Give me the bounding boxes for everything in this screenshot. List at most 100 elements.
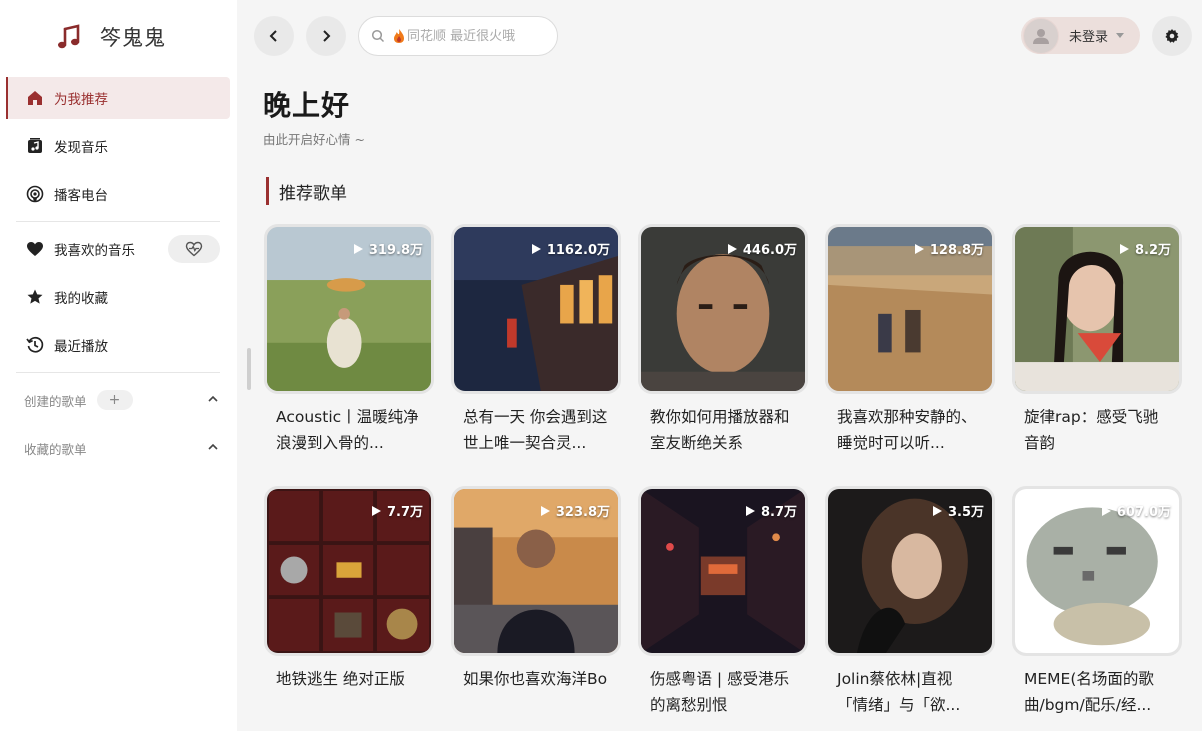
- play-count: 319.8万: [353, 239, 423, 258]
- star-icon: [26, 288, 44, 306]
- playlist-card[interactable]: 8.7万 伤感粤语 | 感受港乐的离愁别恨: [638, 486, 808, 718]
- app-name: 笒鬼鬼: [100, 26, 166, 50]
- podcast-icon: [26, 185, 44, 203]
- playlist-cover[interactable]: 8.2万: [1012, 224, 1182, 394]
- play-count: 607.0万: [1101, 501, 1171, 520]
- nav-item-label: 为我推荐: [54, 92, 108, 108]
- playlist-card[interactable]: 446.0万 教你如何用播放器和室友断绝关系: [638, 224, 808, 456]
- nav-item-recommend[interactable]: 为我推荐: [6, 77, 230, 119]
- chevron-up-icon[interactable]: [206, 440, 220, 454]
- playlist-card[interactable]: 128.8万 我喜欢那种安静的、睡觉时可以听...: [825, 224, 995, 456]
- playlist-cover[interactable]: 7.7万: [264, 486, 434, 656]
- play-count: 1162.0万: [531, 239, 610, 258]
- chevron-right-icon: [323, 30, 331, 42]
- play-icon: [727, 243, 737, 254]
- created-playlists-label: 创建的歌单: [24, 393, 87, 409]
- sidebar: 笒鬼鬼 为我推荐 发现音乐 播客电台 我喜欢的音乐 我的收藏 最近播放 创建的歌…: [0, 0, 237, 731]
- playlist-title[interactable]: 地铁逃生 绝对正版: [264, 666, 434, 718]
- play-count: 7.7万: [371, 501, 423, 520]
- playlist-title[interactable]: 教你如何用播放器和室友断绝关系: [638, 404, 808, 456]
- playlist-title[interactable]: Acoustic丨温暖纯净 浪漫到入骨的...: [264, 404, 434, 456]
- sidebar-divider: [16, 221, 220, 222]
- forward-button[interactable]: [306, 16, 346, 56]
- brand[interactable]: 笒鬼鬼: [56, 22, 166, 52]
- saved-playlists-label: 收藏的歌单: [24, 441, 87, 457]
- search-input[interactable]: [407, 28, 547, 44]
- user-menu[interactable]: 未登录: [1021, 17, 1140, 54]
- playlist-cover[interactable]: 3.5万: [825, 486, 995, 656]
- nav-item-favorites[interactable]: 我的收藏: [6, 276, 230, 318]
- play-count: 128.8万: [914, 239, 984, 258]
- playlist-card[interactable]: 3.5万 Jolin蔡依林|直视「情绪」与「欲...: [825, 486, 995, 718]
- playlist-cover[interactable]: 446.0万: [638, 224, 808, 394]
- play-icon: [540, 505, 550, 516]
- page-subtitle: 由此开启好心情 ~: [263, 132, 365, 147]
- play-icon: [1119, 243, 1129, 254]
- playlist-cover[interactable]: 323.8万: [451, 486, 621, 656]
- playlist-title[interactable]: Jolin蔡依林|直视「情绪」与「欲...: [825, 666, 995, 718]
- page-title: 晚上好: [263, 89, 351, 122]
- playlist-card[interactable]: 8.2万 旋律rap：感受飞驰音韵: [1012, 224, 1182, 456]
- section-title: 推荐歌单: [266, 177, 347, 205]
- playlist-title[interactable]: 伤感粤语 | 感受港乐的离愁别恨: [638, 666, 808, 718]
- play-icon: [914, 243, 924, 254]
- play-icon: [745, 505, 755, 516]
- playlist-card[interactable]: 607.0万 MEME(名场面的歌曲/bgm/配乐/经...: [1012, 486, 1182, 718]
- sidebar-resize-handle[interactable]: [247, 348, 251, 390]
- settings-button[interactable]: [1152, 16, 1192, 56]
- playlist-title[interactable]: 总有一天 你会遇到这世上唯一契合灵...: [451, 404, 621, 456]
- playlist-cover[interactable]: 8.7万: [638, 486, 808, 656]
- nav-item-liked-music[interactable]: 我喜欢的音乐: [6, 228, 166, 270]
- play-count: 8.2万: [1119, 239, 1171, 258]
- caret-down-icon: [1116, 33, 1125, 38]
- play-icon: [1101, 505, 1111, 516]
- music-library-icon: [26, 137, 44, 155]
- nav-item-podcast[interactable]: 播客电台: [6, 173, 230, 215]
- playlist-title[interactable]: MEME(名场面的歌曲/bgm/配乐/经...: [1012, 666, 1182, 718]
- playlist-title[interactable]: 我喜欢那种安静的、睡觉时可以听...: [825, 404, 995, 456]
- playlist-title[interactable]: 如果你也喜欢海洋Bo: [451, 666, 621, 718]
- username-label: 未登录: [1069, 30, 1109, 45]
- home-icon: [26, 89, 44, 107]
- play-icon: [353, 243, 363, 254]
- saved-playlists-header[interactable]: 收藏的歌单: [24, 436, 220, 460]
- nav-item-label: 播客电台: [54, 188, 108, 204]
- chevron-left-icon: [269, 30, 277, 42]
- playlist-card[interactable]: 7.7万 地铁逃生 绝对正版: [264, 486, 434, 718]
- play-icon: [531, 243, 541, 254]
- playlist-card[interactable]: 319.8万 Acoustic丨温暖纯净 浪漫到入骨的...: [264, 224, 434, 456]
- nav-item-label: 发现音乐: [54, 140, 108, 156]
- playlist-card[interactable]: 1162.0万 总有一天 你会遇到这世上唯一契合灵...: [451, 224, 621, 456]
- playlist-card[interactable]: 323.8万 如果你也喜欢海洋Bo: [451, 486, 621, 718]
- nav-item-label: 我喜欢的音乐: [54, 243, 135, 259]
- search-box[interactable]: [358, 16, 558, 56]
- play-icon: [932, 505, 942, 516]
- playlist-cover[interactable]: 128.8万: [825, 224, 995, 394]
- nav-item-label: 最近播放: [54, 339, 108, 355]
- playlist-cover[interactable]: 319.8万: [264, 224, 434, 394]
- history-icon: [26, 336, 44, 354]
- play-count: 8.7万: [745, 501, 797, 520]
- playlist-cover[interactable]: 607.0万: [1012, 486, 1182, 656]
- avatar[interactable]: [1023, 17, 1059, 54]
- music-note-logo-icon: [58, 24, 80, 49]
- playlist-title[interactable]: 旋律rap：感受飞驰音韵: [1012, 404, 1182, 456]
- created-playlists-header[interactable]: 创建的歌单 +: [24, 388, 220, 412]
- play-icon: [371, 505, 381, 516]
- sidebar-divider: [16, 372, 220, 373]
- heart-icon: [26, 240, 44, 258]
- nav-item-recent[interactable]: 最近播放: [6, 324, 230, 366]
- gear-icon: [1165, 29, 1179, 43]
- back-button[interactable]: [254, 16, 294, 56]
- heartbeat-mode-button[interactable]: [168, 235, 220, 263]
- nav-item-discover[interactable]: 发现音乐: [6, 125, 230, 167]
- nav-item-label: 我的收藏: [54, 291, 108, 307]
- add-playlist-button[interactable]: +: [96, 390, 133, 410]
- hot-flame-icon: [394, 29, 404, 43]
- play-count: 446.0万: [727, 239, 797, 258]
- playlist-cover[interactable]: 1162.0万: [451, 224, 621, 394]
- search-icon: [371, 29, 385, 43]
- play-count: 3.5万: [932, 501, 984, 520]
- chevron-up-icon[interactable]: [206, 392, 220, 406]
- user-icon: [1033, 28, 1049, 44]
